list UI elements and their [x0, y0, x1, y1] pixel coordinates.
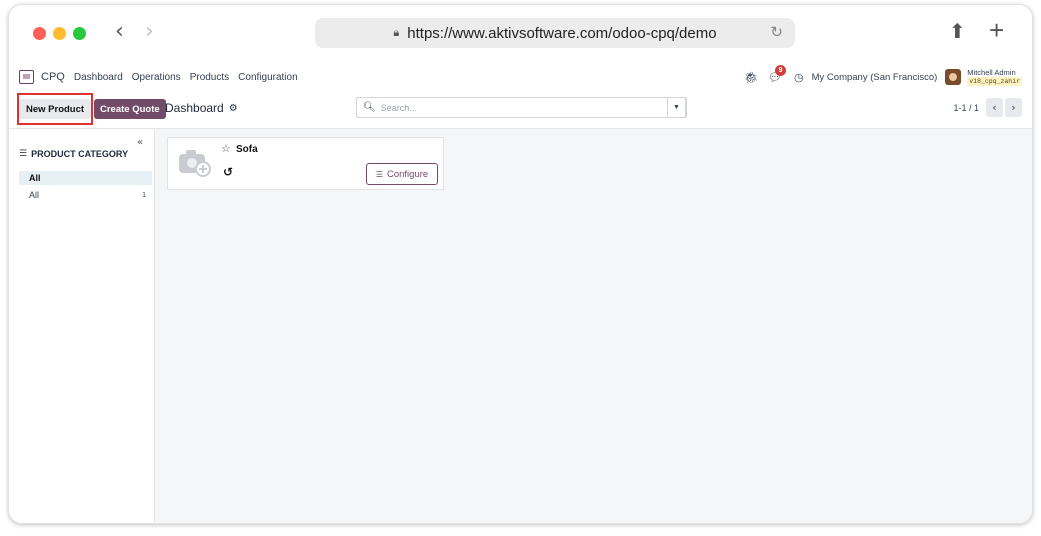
browser-window: ‹ › 🔒︎ https://www.aktivsoftware.com/odo… — [8, 4, 1033, 524]
chat-icon[interactable]: 💬︎ 9 — [768, 64, 787, 84]
menu-dashboard[interactable]: Dashboard — [74, 72, 123, 83]
create-quote-button[interactable]: Create Quote — [94, 99, 166, 119]
menu-configuration[interactable]: Configuration — [238, 72, 297, 83]
product-card[interactable]: ☆ Sofa ↺ ☰ Configure — [167, 137, 444, 190]
reload-icon[interactable]: ↻ — [770, 23, 783, 41]
category-item-all[interactable]: All 1 — [19, 188, 152, 202]
menu-products[interactable]: Products — [190, 72, 229, 83]
plus-icon[interactable]: + — [989, 15, 1004, 46]
navbar-systray: 🐞︎ 💬︎ 9 ◷ My Company (San Francisco) Mitc… — [744, 63, 1022, 91]
avatar[interactable] — [945, 69, 962, 85]
sidebar-title: ☰ PRODUCT CATEGORY — [19, 149, 128, 159]
breadcrumb: Dashboard ⚙ — [165, 101, 238, 115]
share-icon[interactable]: ⬆ — [949, 19, 966, 43]
odoo-navbar: CPQ Dashboard Operations Products Config… — [9, 63, 1032, 91]
user-name: Mitchell Admin — [967, 68, 1016, 77]
category-count: 1 — [142, 191, 146, 199]
list-icon: ☰ — [19, 149, 28, 159]
sidebar-title-text: PRODUCT CATEGORY — [31, 149, 129, 159]
gear-icon[interactable]: ⚙ — [229, 103, 238, 114]
highlight-box — [17, 93, 93, 125]
lock-icon: 🔒︎ — [393, 26, 400, 39]
bug-icon[interactable]: 🐞︎ — [744, 71, 758, 84]
pager-previous-icon[interactable]: ‹ — [986, 98, 1003, 117]
app-menu-icon[interactable] — [19, 70, 34, 84]
category-sidebar: « ☰ PRODUCT CATEGORY All All 1 — [9, 129, 155, 523]
database-name: v18_cpq_zahir — [967, 77, 1022, 86]
search-input[interactable]: 🔍︎ Search... ▼ — [356, 97, 687, 118]
history-icon[interactable]: ↺ — [223, 165, 233, 179]
page-title: Dashboard — [165, 101, 224, 115]
product-name[interactable]: Sofa — [236, 144, 258, 155]
back-icon[interactable]: ‹ — [115, 19, 124, 44]
forward-icon[interactable]: › — [145, 19, 154, 44]
clock-icon[interactable]: ◷ — [794, 71, 804, 84]
dropdown-icon[interactable]: ▼ — [667, 97, 686, 118]
url-text: https://www.aktivsoftware.com/odoo-cpq/d… — [407, 24, 717, 42]
pager: 1-1 / 1 ‹ › — [953, 98, 1022, 117]
camera-icon — [179, 150, 211, 177]
company-switcher[interactable]: My Company (San Francisco) — [812, 72, 938, 83]
chat-badge: 9 — [775, 64, 787, 76]
menu-operations[interactable]: Operations — [132, 72, 181, 83]
address-bar[interactable]: 🔒︎ https://www.aktivsoftware.com/odoo-cp… — [315, 18, 795, 48]
browser-chrome: ‹ › 🔒︎ https://www.aktivsoftware.com/odo… — [9, 5, 1032, 63]
sliders-icon: ☰ — [375, 169, 383, 179]
collapse-icon[interactable]: « — [137, 137, 143, 148]
category-label: All — [29, 190, 40, 200]
pager-value[interactable]: 1-1 / 1 — [953, 103, 979, 113]
control-panel: New Product Create Quote Dashboard ⚙ 🔍︎ … — [9, 93, 1032, 129]
configure-button[interactable]: ☰ Configure — [366, 163, 438, 185]
app-name[interactable]: CPQ — [41, 71, 65, 83]
close-window-button[interactable] — [33, 27, 46, 40]
kanban-view: « ☰ PRODUCT CATEGORY All All 1 ☆ Sofa ↺ … — [9, 129, 1032, 523]
search-placeholder: Search... — [380, 102, 417, 113]
configure-label: Configure — [386, 168, 429, 180]
user-menu[interactable]: Mitchell Admin v18_cpq_zahir — [967, 68, 1022, 86]
search-icon: 🔍︎ — [363, 102, 376, 113]
category-item-all-active[interactable]: All — [19, 171, 152, 185]
pager-next-icon[interactable]: › — [1005, 98, 1022, 117]
minimize-window-button[interactable] — [53, 27, 66, 40]
category-label: All — [29, 173, 41, 183]
maximize-window-button[interactable] — [73, 27, 86, 40]
star-icon[interactable]: ☆ — [221, 142, 231, 155]
